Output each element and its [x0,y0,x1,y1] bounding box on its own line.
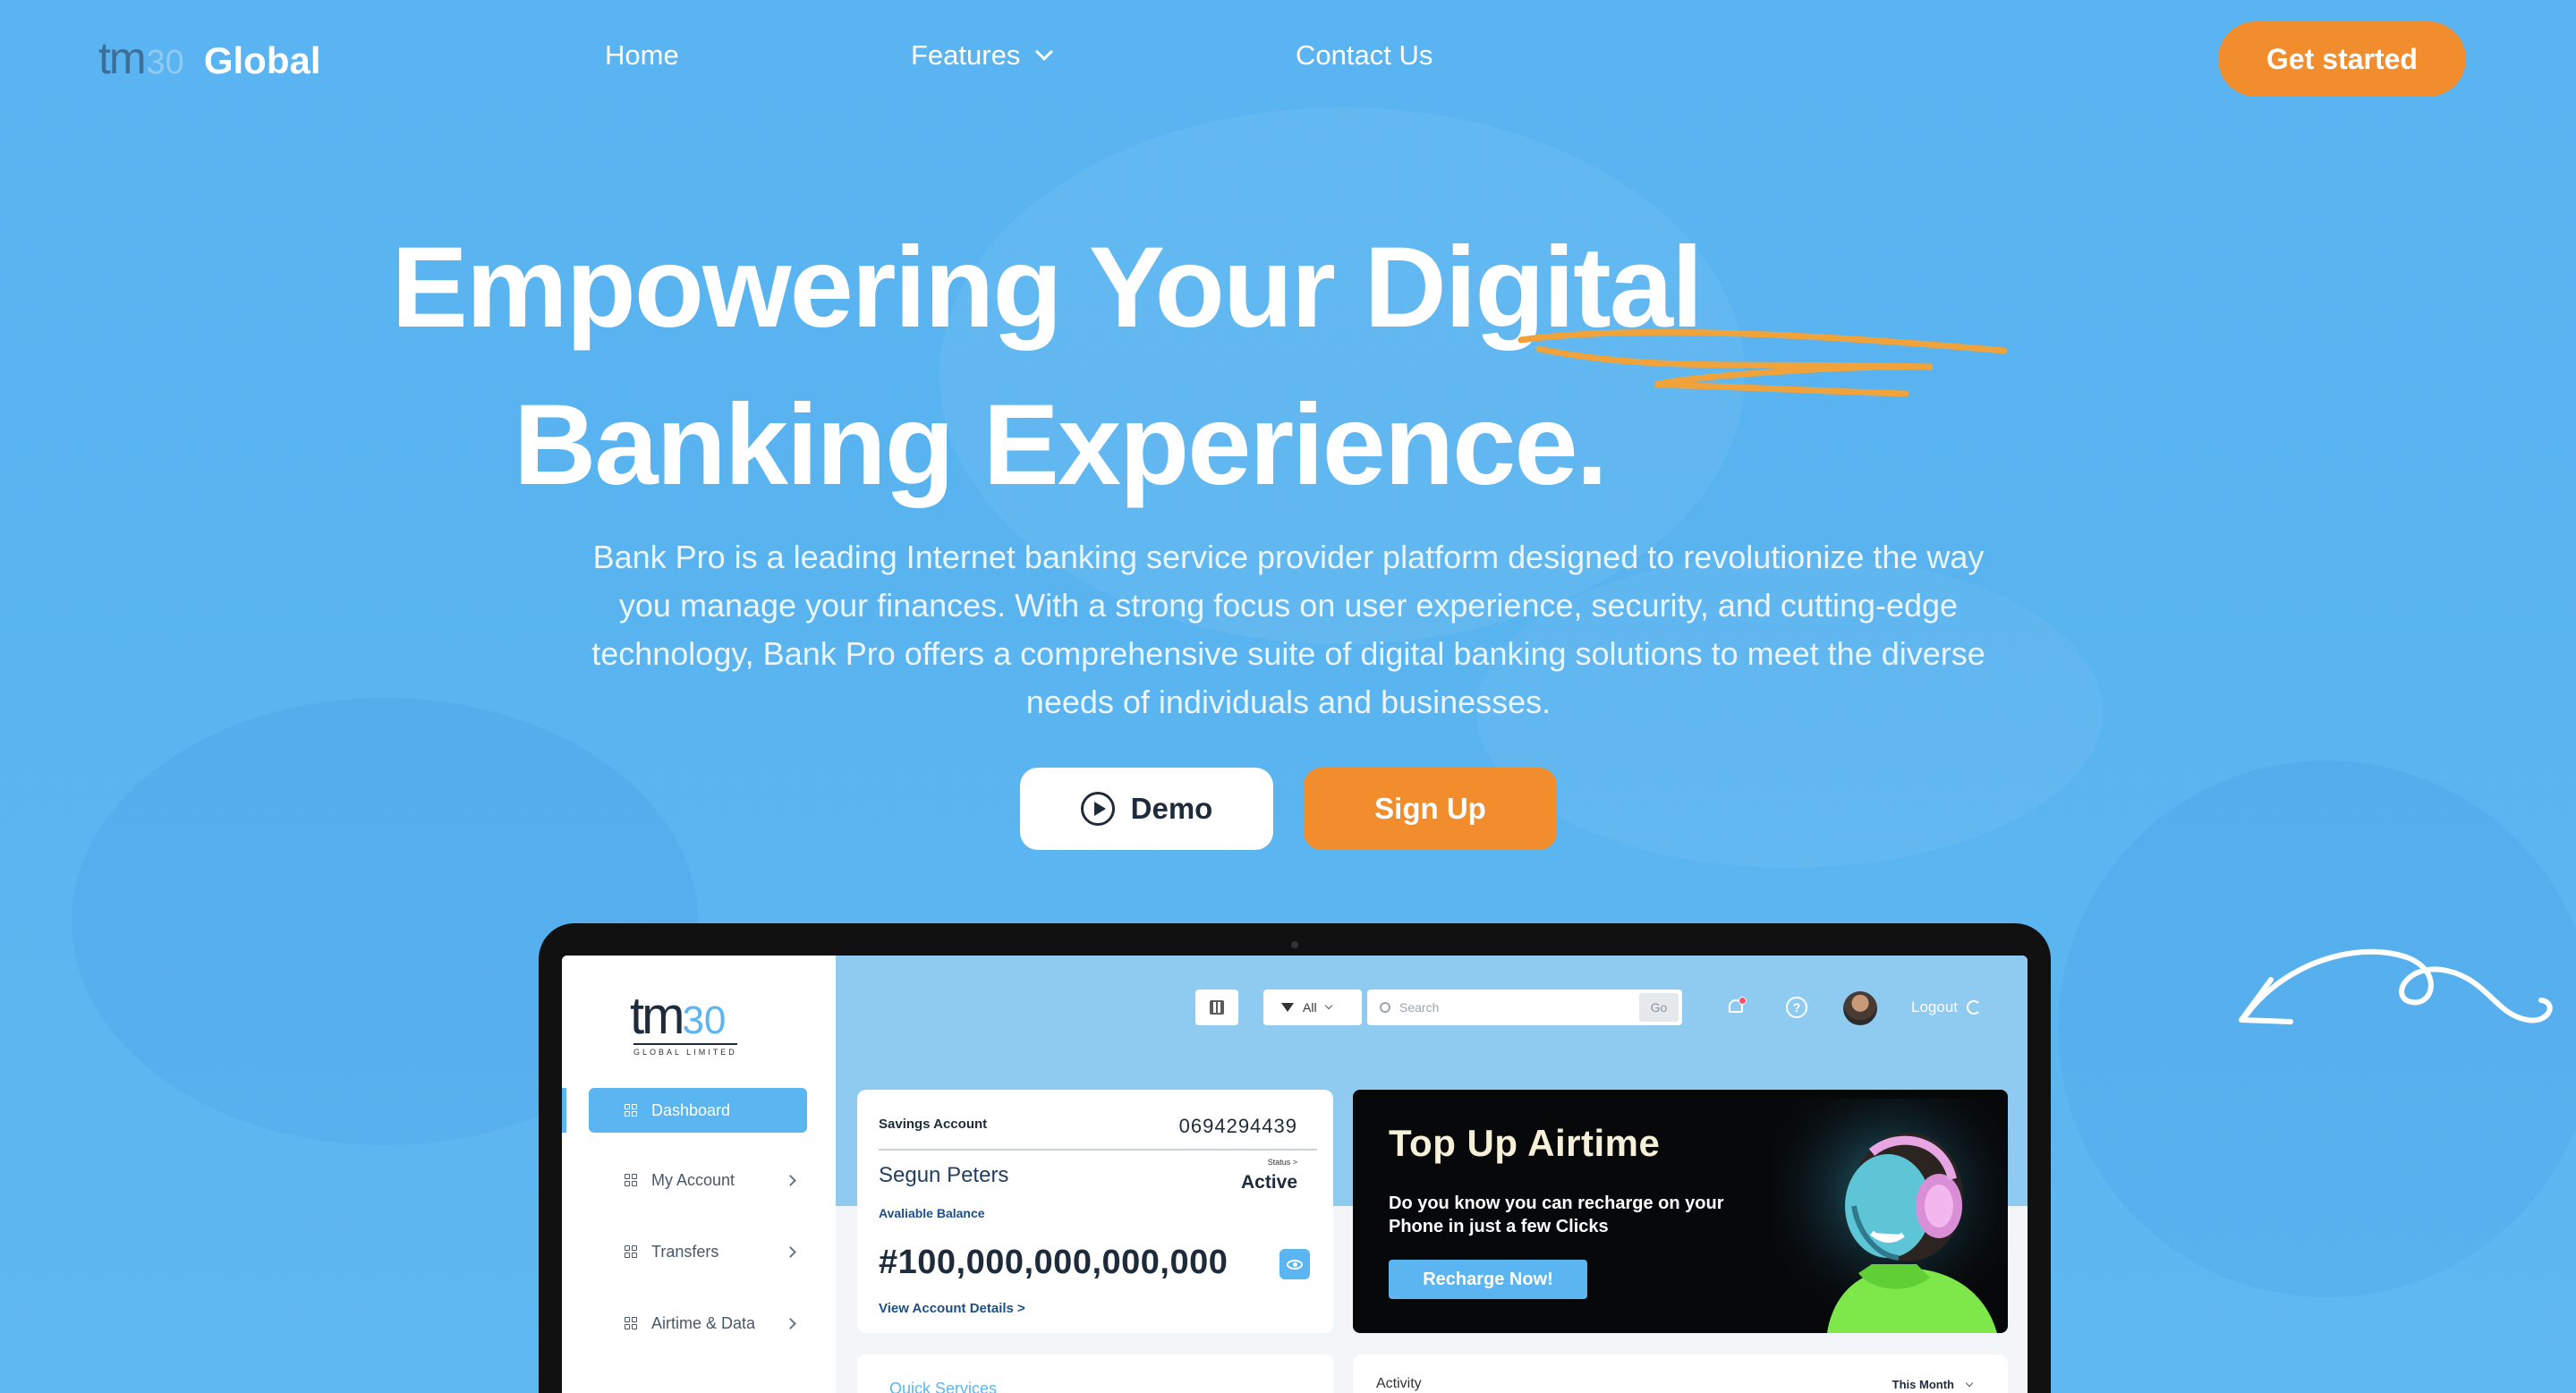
account-holder-name: Segun Peters [879,1163,1009,1187]
account-number: 0694294439 [1178,1115,1297,1137]
get-started-button[interactable]: Get started [2218,21,2466,97]
calendar-icon [1210,1000,1224,1015]
search-input[interactable]: Search Go [1367,990,1682,1025]
balance-value: #100,000,000,000,000 [879,1244,1228,1281]
divider [879,1149,1317,1151]
chevron-right-icon [785,1174,796,1186]
sidebar-item-dashboard[interactable]: Dashboard [589,1088,807,1133]
app-sidebar: tm30 GLOBAL LIMITED Dashboard My Account… [562,956,836,1393]
underline-scribble-icon [1518,328,2008,397]
account-type: Savings Account [879,1117,988,1132]
search-placeholder: Search [1399,1000,1440,1015]
search-go-button[interactable]: Go [1639,993,1679,1022]
sidebar-item-label: Dashboard [651,1100,731,1119]
sidebar-item-transfers[interactable]: Transfers [589,1229,807,1274]
app-logo-subtitle: GLOBAL LIMITED [633,1043,737,1057]
chevron-down-icon [1035,43,1054,61]
filter-value: All [1303,1000,1317,1015]
chevron-down-icon [1324,1001,1332,1010]
chevron-down-icon [1965,1379,1974,1387]
search-icon [1380,1002,1390,1013]
quick-services-card: Quick Services [857,1355,1333,1393]
nav-features-label: Features [911,39,1021,71]
nav-home-link[interactable]: Home [605,39,679,72]
calendar-button[interactable] [1195,990,1238,1025]
account-card: Savings Account 0694294439 Segun Peters … [857,1090,1333,1333]
promo-text: Do you know you can recharge on your Pho… [1389,1193,1724,1236]
sidebar-item-airtime-data[interactable]: Airtime & Data [589,1301,807,1346]
top-nav: tm 30 Global Home Features Contact Us Ge… [0,0,2576,116]
logo-num: 30 [146,44,184,81]
sign-up-button[interactable]: Sign Up [1304,768,1557,850]
brand-name: Global [203,39,321,81]
quick-services-title: Quick Services [889,1380,998,1393]
activity-title: Activity [1376,1376,1422,1391]
eye-icon [1287,1259,1303,1270]
dashboard-screenshot: tm30 GLOBAL LIMITED Dashboard My Account… [562,956,2028,1393]
period-value: This Month [1892,1378,1954,1391]
chevron-right-icon [785,1317,796,1329]
sidebar-item-my-account[interactable]: My Account [589,1158,807,1202]
demo-label: Demo [1130,792,1213,825]
view-account-details-link[interactable]: View Account Details > [879,1301,1025,1316]
filter-icon [1281,1003,1294,1012]
nav-features-dropdown[interactable]: Features [911,39,1054,72]
status-badge: Active [1240,1172,1297,1193]
play-icon [1080,792,1115,826]
grid-icon [625,1317,637,1329]
promo-title: Top Up Airtime [1389,1122,1661,1164]
help-icon[interactable]: ? [1786,997,1807,1018]
grid-icon [625,1245,637,1258]
brand-logo[interactable]: tm 30 Global [98,32,321,84]
logout-label: Logout [1911,998,1958,1015]
grid-icon [625,1174,637,1186]
woman-with-headphones-image [1773,1099,2008,1333]
app-logo-num: 30 [682,998,727,1042]
curly-arrow-icon [2239,948,2553,1024]
filter-select[interactable]: All [1263,990,1362,1025]
logo-tm: tm [98,33,147,83]
app-logo-tm: tm [630,987,684,1045]
recharge-now-button[interactable]: Recharge Now! [1389,1260,1587,1299]
period-select[interactable]: This Month [1892,1378,1974,1391]
logout-icon [1967,1000,1981,1015]
sidebar-item-label: Transfers [651,1242,719,1261]
chevron-right-icon [785,1245,796,1258]
sidebar-item-label: Airtime & Data [651,1313,756,1332]
avatar[interactable] [1843,991,1877,1025]
notification-dot [1739,997,1747,1005]
app-logo: tm30 GLOBAL LIMITED [630,986,737,1057]
demo-button[interactable]: Demo [1020,768,1273,850]
balance-label: Avaliable Balance [879,1206,985,1220]
grid-icon [625,1104,637,1117]
nav-contact-link[interactable]: Contact Us [1296,39,1433,72]
sidebar-item-label: My Account [651,1170,735,1189]
active-indicator [562,1088,566,1133]
hero-description: Bank Pro is a leading Internet banking s… [591,539,1985,720]
notification-bell-icon[interactable] [1727,997,1747,1016]
webcam [1291,941,1298,948]
status-label[interactable]: Status > [1268,1158,1297,1167]
activity-card: Activity This Month [1353,1355,2008,1393]
logout-button[interactable]: Logout [1911,998,1981,1016]
hide-balance-button[interactable] [1279,1249,1310,1279]
laptop-mockup: tm30 GLOBAL LIMITED Dashboard My Account… [539,923,2051,1393]
airtime-promo-banner: Top Up Airtime Do you know you can recha… [1353,1090,2008,1333]
